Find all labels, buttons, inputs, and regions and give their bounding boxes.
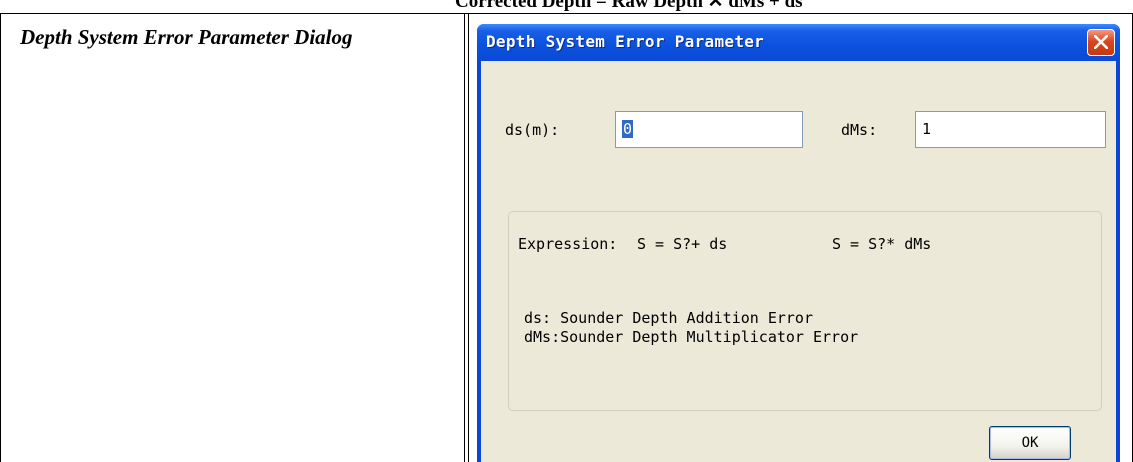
depth-error-dialog: Depth System Error Parameter ds(m): 0 dM…	[477, 24, 1120, 462]
close-button[interactable]	[1087, 29, 1115, 56]
dialog-client-area: ds(m): 0 dMs: 1 Expression: S = S?+ ds S…	[481, 61, 1116, 462]
dms-label: dMs:	[841, 121, 878, 139]
expression-multiplication: S = S?* dMs	[832, 235, 932, 253]
table-top-border	[0, 13, 1133, 14]
table-center-divider-2	[468, 13, 469, 462]
note-dms: dMs:Sounder Depth Multiplicator Error	[524, 328, 859, 346]
ok-button[interactable]: OK	[989, 426, 1071, 460]
ds-input-value: 0	[622, 120, 634, 138]
expression-prefix: Expression:	[518, 235, 618, 253]
dms-input[interactable]: 1	[915, 111, 1106, 148]
top-caption: Corrected Depth = Raw Depth ✕ dMs + ds	[455, 0, 803, 12]
dialog-titlebar[interactable]: Depth System Error Parameter	[477, 24, 1120, 61]
ok-button-label: OK	[1021, 435, 1039, 451]
note-ds: ds: Sounder Depth Addition Error	[524, 309, 813, 327]
table-center-divider-1	[464, 13, 465, 462]
expression-addition: S = S?+ ds	[637, 235, 728, 253]
dms-input-value: 1	[922, 120, 932, 138]
expression-groupbox: Expression: S = S?+ ds S = S?* dMs ds: S…	[508, 211, 1102, 411]
left-cell-caption: Depth System Error Parameter Dialog	[20, 25, 353, 49]
ds-input[interactable]: 0	[615, 111, 803, 148]
ds-label: ds(m):	[505, 121, 560, 139]
dialog-title: Depth System Error Parameter	[486, 32, 765, 51]
close-icon	[1094, 35, 1108, 49]
table-left-border	[0, 13, 1, 462]
